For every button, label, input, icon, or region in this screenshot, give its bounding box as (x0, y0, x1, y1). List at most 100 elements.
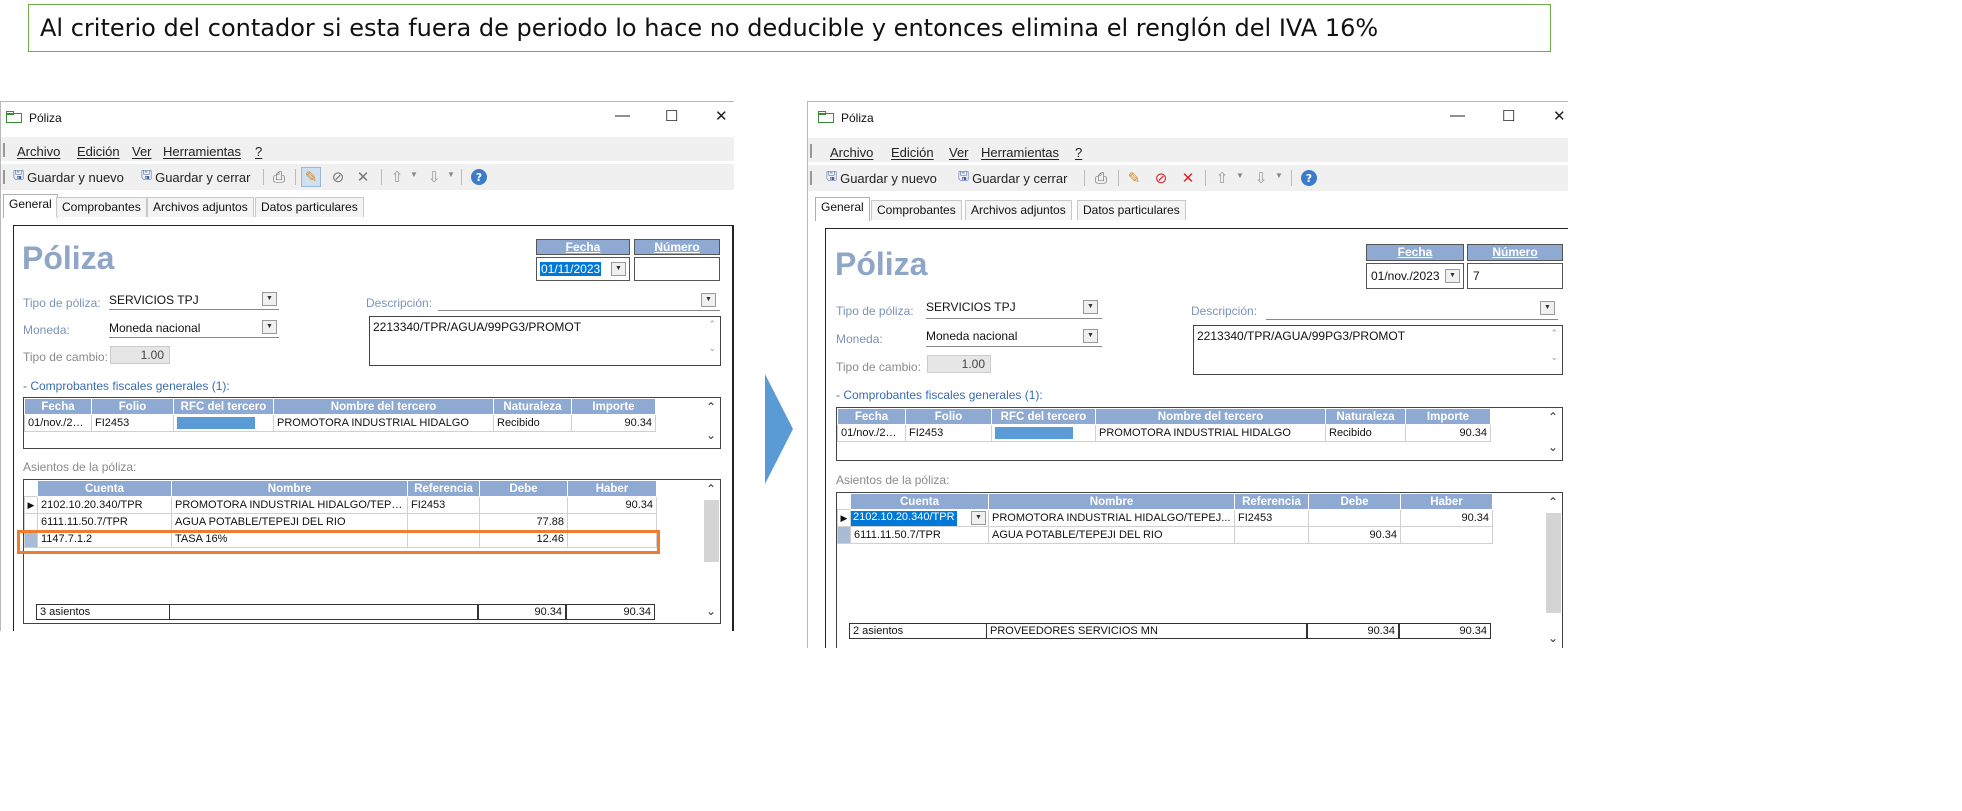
tipo-poliza-value[interactable]: SERVICIOS TPJ (926, 300, 1016, 314)
cell-debe[interactable] (1308, 509, 1401, 527)
cell-cuenta[interactable]: 6111.11.50.7/TPR (850, 526, 989, 544)
tipo-cambio-field[interactable]: 1.00 (927, 355, 991, 373)
cell-haber[interactable]: 90.34 (1400, 509, 1493, 527)
col-debe[interactable]: Debe (479, 480, 568, 497)
cuenta-dropdown-icon[interactable]: ▼ (971, 511, 986, 525)
cfdi-scrollbar[interactable]: ⌃ ⌄ (703, 398, 720, 448)
scroll-up-icon[interactable]: ⌃ (708, 319, 716, 330)
move-up-icon[interactable]: ⇧ (387, 167, 407, 187)
cell-cuenta-editing[interactable]: 2102.10.20.340/TPR ▼ (850, 509, 989, 527)
cell-nombre[interactable]: AGUA POTABLE/TEPEJI DEL RIO (988, 526, 1235, 544)
scroll-up-icon[interactable]: ⌃ (706, 482, 716, 496)
col-haber[interactable]: Haber (567, 480, 657, 497)
scroll-down-icon[interactable]: ⌄ (1548, 631, 1558, 645)
menu-ver[interactable]: Ver (949, 145, 969, 160)
cfdi-scrollbar[interactable]: ⌃ ⌄ (1545, 408, 1562, 460)
moneda-value[interactable]: Moneda nacional (109, 321, 200, 335)
tab-archivos-adjuntos[interactable]: Archivos adjuntos (965, 200, 1072, 220)
table-row[interactable]: 6111.11.50.7/TPR AGUA POTABLE/TEPEJI DEL… (837, 526, 1493, 544)
close-button[interactable]: ✕ (1553, 107, 1566, 125)
moneda-value[interactable]: Moneda nacional (926, 329, 1017, 343)
edit-pencil-icon[interactable]: ✎ (1124, 168, 1144, 188)
menu-help[interactable]: ? (1075, 145, 1082, 160)
col-debe[interactable]: Debe (1308, 493, 1401, 510)
descripcion-dropdown-icon[interactable]: ▼ (1540, 301, 1555, 315)
scroll-up-icon[interactable]: ⌃ (706, 400, 716, 414)
move-down-dropdown-icon[interactable]: ▼ (1275, 171, 1283, 180)
table-row[interactable]: ▶ 2102.10.20.340/TPR ▼ PROMOTORA INDUSTR… (837, 509, 1493, 527)
table-row[interactable]: 01/nov./2023 FI2453 PROMOTORA INDUSTRIAL… (837, 424, 1491, 442)
close-button[interactable]: ✕ (715, 107, 728, 125)
save-new-button[interactable]: 🖫 Guardar y nuevo (13, 167, 124, 187)
col-rfc[interactable]: RFC del tercero (173, 398, 274, 415)
save-new-button[interactable]: 🖫 Guardar y nuevo (826, 168, 937, 188)
cancel-icon[interactable]: ⊘ (328, 167, 348, 187)
tab-general[interactable]: General (815, 197, 870, 221)
col-referencia[interactable]: Referencia (407, 480, 480, 497)
tab-general[interactable]: General (3, 194, 58, 218)
cell-cuenta-selected[interactable]: 2102.10.20.340/TPR (851, 510, 957, 526)
cell-nombre[interactable]: PROMOTORA INDUSTRIAL HIDALGO/TEPEJ... (171, 496, 408, 514)
cell-cuenta[interactable]: 2102.10.20.340/TPR (37, 496, 172, 514)
cancel-icon[interactable]: ⊘ (1151, 168, 1171, 188)
descripcion-textarea[interactable]: 2213340/TPR/AGUA/99PG3/PROMOT ⌃ ⌄ (1193, 325, 1563, 375)
menu-herramientas[interactable]: Herramientas (981, 145, 1059, 160)
menu-edicion[interactable]: Edición (891, 145, 934, 160)
col-nombre-tercero[interactable]: Nombre del tercero (273, 398, 494, 415)
col-importe[interactable]: Importe (1405, 408, 1491, 425)
menu-archivo[interactable]: Archivo (17, 144, 60, 159)
scroll-down-icon[interactable]: ⌄ (706, 604, 716, 618)
cell-referencia[interactable] (1234, 526, 1309, 544)
col-haber[interactable]: Haber (1400, 493, 1493, 510)
print-icon[interactable]: ⎙ (269, 167, 289, 187)
cell-nombre[interactable]: PROMOTORA INDUSTRIAL HIDALGO/TEPEJ... (988, 509, 1235, 527)
edit-pencil-icon[interactable]: ✎ (301, 167, 321, 187)
tab-comprobantes[interactable]: Comprobantes (56, 197, 147, 217)
col-cuenta[interactable]: Cuenta (37, 480, 172, 497)
print-icon[interactable]: ⎙ (1091, 168, 1111, 188)
tab-archivos-adjuntos[interactable]: Archivos adjuntos (147, 197, 254, 217)
cell-referencia[interactable] (407, 513, 480, 531)
cell-referencia[interactable]: FI2453 (1234, 509, 1309, 527)
cfdi-section-title[interactable]: - Comprobantes fiscales generales (1): (836, 388, 1043, 402)
descripcion-textarea[interactable]: 2213340/TPR/AGUA/99PG3/PROMOT ⌃ ⌄ (369, 316, 721, 366)
scroll-up-icon[interactable]: ⌃ (1550, 328, 1558, 339)
cell-haber[interactable]: 90.34 (567, 496, 657, 514)
col-nombre-tercero[interactable]: Nombre del tercero (1095, 408, 1326, 425)
moneda-dropdown-icon[interactable]: ▼ (1083, 329, 1098, 343)
tipo-poliza-value[interactable]: SERVICIOS TPJ (109, 293, 199, 307)
delete-icon[interactable]: ✕ (353, 167, 373, 187)
scrollbar-thumb[interactable] (1546, 513, 1561, 613)
fecha-field[interactable]: 01/nov./2023 ▼ (1366, 263, 1464, 289)
maximize-button[interactable]: ☐ (1502, 107, 1515, 125)
menu-herramientas[interactable]: Herramientas (163, 144, 241, 159)
tipo-cambio-field[interactable]: 1.00 (110, 346, 170, 364)
table-row[interactable]: 6111.11.50.7/TPR AGUA POTABLE/TEPEJI DEL… (24, 513, 657, 531)
cell-haber[interactable] (567, 513, 657, 531)
col-referencia[interactable]: Referencia (1234, 493, 1309, 510)
cell-debe[interactable]: 90.34 (1308, 526, 1401, 544)
scroll-down-icon[interactable]: ⌄ (1548, 440, 1558, 454)
col-fecha[interactable]: Fecha (24, 398, 92, 415)
col-importe[interactable]: Importe (571, 398, 656, 415)
menu-archivo[interactable]: Archivo (830, 145, 873, 160)
col-naturaleza[interactable]: Naturaleza (493, 398, 572, 415)
col-rfc[interactable]: RFC del tercero (991, 408, 1096, 425)
move-down-dropdown-icon[interactable]: ▼ (447, 170, 455, 179)
menu-edicion[interactable]: Edición (77, 144, 120, 159)
col-fecha[interactable]: Fecha (837, 408, 906, 425)
cell-haber[interactable] (1400, 526, 1493, 544)
save-close-button[interactable]: 🖫 Guardar y cerrar (958, 168, 1067, 188)
move-down-icon[interactable]: ⇩ (424, 167, 444, 187)
col-naturaleza[interactable]: Naturaleza (1325, 408, 1406, 425)
menu-ver[interactable]: Ver (132, 144, 152, 159)
menu-help[interactable]: ? (255, 144, 262, 159)
scrollbar-thumb[interactable] (704, 500, 719, 562)
cfdi-section-title[interactable]: - Comprobantes fiscales generales (1): (23, 379, 230, 393)
help-icon[interactable]: ? (469, 167, 489, 187)
numero-field[interactable]: 7 (1467, 263, 1563, 289)
tipo-poliza-dropdown-icon[interactable]: ▼ (1083, 300, 1098, 314)
table-row[interactable]: 01/nov./2023 FI2453 PROMOTORA INDUSTRIAL… (24, 414, 656, 432)
table-row[interactable]: ▶ 2102.10.20.340/TPR PROMOTORA INDUSTRIA… (24, 496, 657, 514)
cell-debe[interactable] (479, 496, 568, 514)
